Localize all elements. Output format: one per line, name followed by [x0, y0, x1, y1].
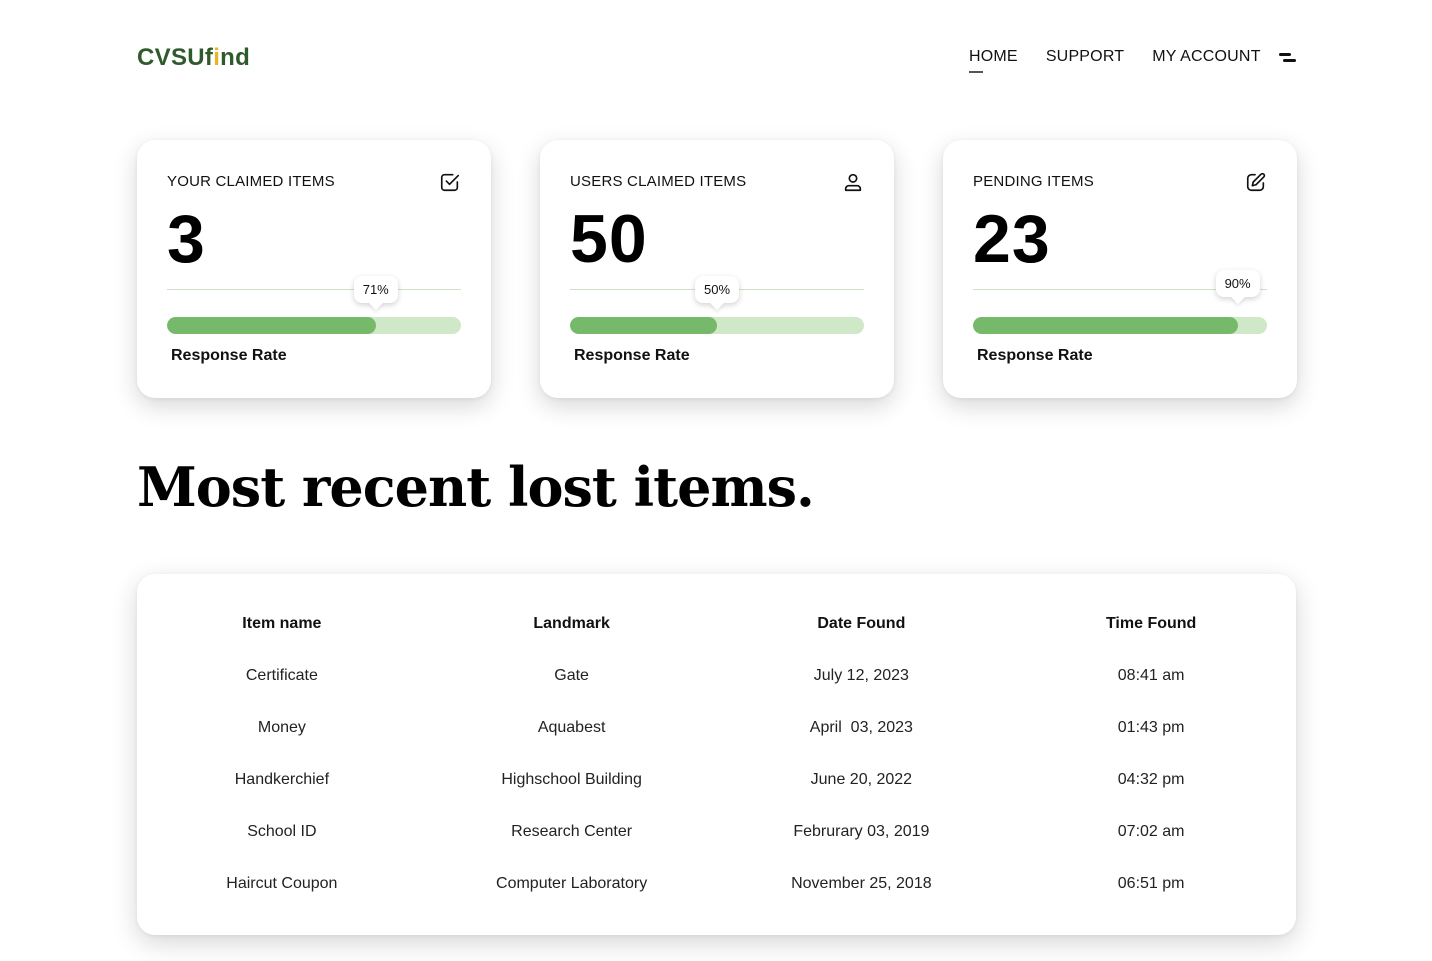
progress-track	[973, 317, 1267, 334]
response-rate-label: Response Rate	[574, 347, 690, 364]
cell-time-found: 04:32 pm	[1117, 771, 1185, 788]
cell-item-name: Certificate	[245, 667, 318, 684]
card-value: 50	[570, 201, 648, 277]
cell-time-found: 08:41 am	[1117, 667, 1185, 684]
cell-time-found: 07:02 am	[1117, 823, 1185, 840]
edit-icon	[1246, 172, 1266, 192]
cell-landmark: Aquabest	[537, 719, 606, 736]
progress-fill	[167, 317, 376, 334]
cell-date-found: June 20, 2022	[810, 771, 913, 788]
progress-track	[570, 317, 864, 334]
card-label: YOUR CLAIMED ITEMS	[167, 173, 335, 190]
cell-landmark: Highschool Building	[501, 771, 642, 788]
cell-date-found: November 25, 2018	[791, 875, 932, 892]
logo-text-f: f	[204, 44, 214, 71]
lost-items-table: Item name Landmark Date Found Time Found…	[137, 598, 1296, 910]
percent-tooltip: 71%	[353, 276, 398, 303]
cell-item-name: Handkerchief	[234, 771, 330, 788]
cell-landmark: Research Center	[511, 823, 633, 840]
cell-date-found: April 03, 2023	[809, 719, 913, 736]
cell-time-found: 01:43 pm	[1117, 719, 1185, 736]
card-value: 3	[167, 201, 206, 277]
hamburger-icon[interactable]	[1279, 52, 1297, 66]
column-header-time-found: Time Found	[1105, 615, 1197, 632]
progress-fill	[570, 317, 717, 334]
cell-time-found: 06:51 pm	[1117, 875, 1185, 892]
main-nav: HOME SUPPORT MY ACCOUNT	[969, 48, 1261, 73]
cell-date-found: July 12, 2023	[813, 667, 909, 684]
response-rate-label: Response Rate	[977, 347, 1093, 364]
user-icon	[844, 173, 862, 192]
page-title: Most recent lost items.	[137, 455, 815, 519]
response-rate-label: Response Rate	[171, 347, 287, 364]
card-value: 23	[973, 201, 1051, 277]
stat-card-your-claimed: YOUR CLAIMED ITEMS 3 71% Response Rate	[137, 140, 491, 398]
percent-tooltip: 90%	[1215, 270, 1260, 297]
card-divider	[167, 289, 461, 290]
column-header-item-name: Item name	[242, 615, 322, 632]
menu-line-bottom	[1283, 59, 1296, 62]
progress-fill	[973, 317, 1238, 334]
cell-item-name: Money	[257, 719, 306, 736]
check-square-icon	[440, 173, 460, 192]
cell-landmark: Gate	[554, 667, 589, 684]
cell-landmark: Computer Laboratory	[496, 875, 648, 892]
nav-support[interactable]: SUPPORT	[1046, 48, 1124, 66]
card-label: USERS CLAIMED ITEMS	[570, 173, 747, 190]
table-header-row: Item name Landmark Date Found Time Found	[137, 598, 1296, 650]
table-row[interactable]: Certificate Gate July 12, 2023 08:41 am	[137, 650, 1296, 702]
nav-my-account[interactable]: MY ACCOUNT	[1152, 48, 1260, 66]
column-header-date-found: Date Found	[817, 615, 906, 632]
cell-item-name: School ID	[247, 823, 317, 840]
logo-text-suffix: nd	[220, 44, 251, 71]
menu-line-top	[1279, 53, 1291, 56]
percent-tooltip: 50%	[694, 276, 740, 303]
table-row[interactable]: School ID Research Center Februrary 03, …	[137, 806, 1296, 858]
column-header-landmark: Landmark	[533, 615, 610, 632]
progress-track	[167, 317, 461, 334]
stat-card-users-claimed: USERS CLAIMED ITEMS 50 50% Response Rate	[540, 140, 894, 398]
table-row[interactable]: Money Aquabest April 03, 2023 01:43 pm	[137, 702, 1296, 754]
recent-lost-items-card: Item name Landmark Date Found Time Found…	[137, 574, 1296, 935]
nav-home[interactable]: HOME	[969, 48, 1018, 73]
logo[interactable]: CVSUfind	[137, 44, 250, 72]
table-row[interactable]: Handkerchief Highschool Building June 20…	[137, 754, 1296, 806]
table-row[interactable]: Haircut Coupon Computer Laboratory Novem…	[137, 858, 1296, 910]
card-label: PENDING ITEMS	[973, 173, 1094, 190]
stat-card-pending: PENDING ITEMS 23 90% Response Rate	[943, 140, 1297, 398]
cell-item-name: Haircut Coupon	[226, 875, 338, 892]
logo-text-main: CVSU	[137, 44, 205, 71]
cell-date-found: Februrary 03, 2019	[793, 823, 930, 840]
